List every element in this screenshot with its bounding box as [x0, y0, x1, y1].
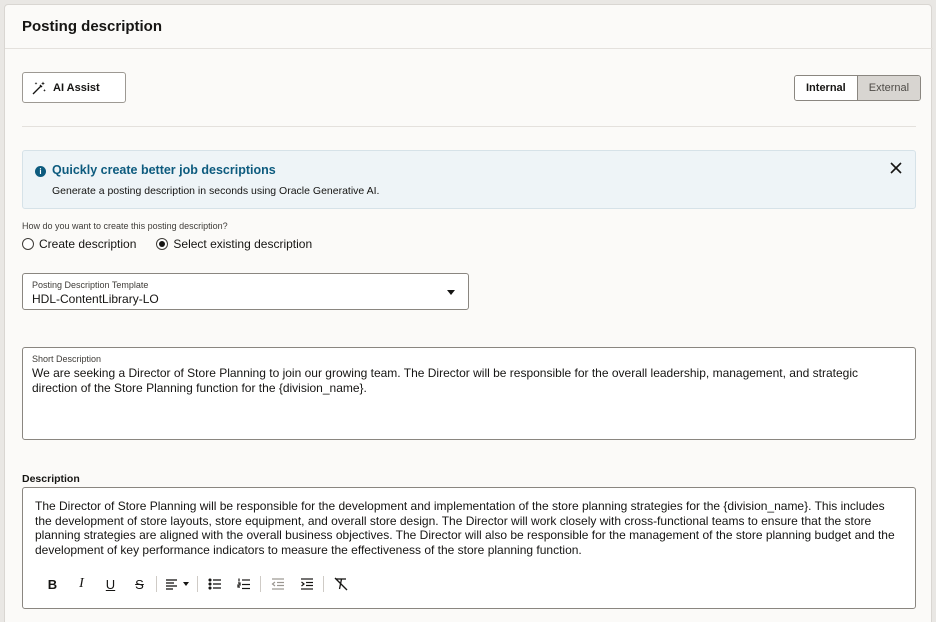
short-description-value[interactable]: We are seeking a Director of Store Plann…	[32, 366, 901, 395]
ai-assist-label: AI Assist	[53, 81, 100, 94]
indent-button[interactable]	[292, 574, 321, 594]
toolbar-separator	[260, 576, 261, 592]
banner-title: Quickly create better job descriptions	[52, 163, 276, 177]
toggle-external[interactable]: External	[857, 76, 921, 100]
bold-button[interactable]: B	[38, 574, 67, 594]
radio-label: Select existing description	[173, 237, 313, 251]
creation-mode-question: How do you want to create this posting d…	[22, 221, 228, 231]
info-icon: i	[35, 166, 46, 177]
banner-text: Generate a posting description in second…	[52, 185, 380, 197]
short-description-field[interactable]: Short Description We are seeking a Direc…	[22, 347, 916, 440]
bullet-list-button[interactable]	[200, 574, 229, 594]
ai-info-banner: i Quickly create better job descriptions…	[22, 150, 916, 209]
toolbar-separator	[197, 576, 198, 592]
visibility-toggle: Internal External	[794, 75, 922, 101]
editor-toolbar: B I U S	[38, 574, 355, 594]
chevron-down-icon[interactable]	[447, 290, 455, 295]
toolbar-separator	[156, 576, 157, 592]
radio-create-description[interactable]: Create description	[22, 237, 136, 251]
underline-button[interactable]: U	[96, 574, 125, 594]
template-select-label: Posting Description Template	[32, 280, 149, 290]
numbered-list-icon	[236, 578, 250, 590]
outdent-button[interactable]	[263, 574, 292, 594]
align-button[interactable]	[159, 574, 195, 594]
description-editor[interactable]: The Director of Store Planning will be r…	[22, 487, 916, 609]
radio-button-checked[interactable]	[156, 238, 169, 250]
toggle-internal[interactable]: Internal	[795, 76, 858, 100]
align-left-icon	[166, 579, 177, 590]
radio-label: Create description	[39, 237, 137, 251]
short-description-label: Short Description	[32, 354, 102, 364]
chevron-down-icon	[183, 582, 189, 586]
header-divider	[5, 48, 933, 49]
numbered-list-button[interactable]	[229, 574, 258, 594]
radio-select-existing[interactable]: Select existing description	[156, 237, 312, 251]
template-select[interactable]: Posting Description Template HDL-Content…	[22, 273, 469, 310]
toolbar-separator	[323, 576, 324, 592]
magic-wand-icon	[32, 81, 46, 94]
clear-format-icon	[334, 577, 347, 591]
radio-button[interactable]	[22, 238, 34, 250]
close-icon[interactable]	[889, 161, 903, 175]
ai-assist-button[interactable]: AI Assist	[22, 72, 126, 103]
italic-button[interactable]: I	[67, 574, 96, 594]
section-divider	[22, 126, 916, 127]
indent-icon	[300, 578, 313, 590]
bullet-list-icon	[207, 578, 221, 590]
description-label: Description	[22, 473, 80, 485]
template-select-value: HDL-ContentLibrary-LO	[32, 292, 159, 306]
creation-mode-radio-group: Create description Select existing descr…	[22, 237, 312, 251]
posting-description-panel: Posting description AI Assist Internal E…	[4, 4, 933, 622]
outdent-icon	[271, 578, 284, 590]
section-title: Posting description	[22, 18, 163, 35]
strikethrough-button[interactable]: S	[125, 574, 154, 594]
description-text[interactable]: The Director of Store Planning will be r…	[35, 499, 895, 557]
clear-format-button[interactable]	[326, 574, 355, 594]
